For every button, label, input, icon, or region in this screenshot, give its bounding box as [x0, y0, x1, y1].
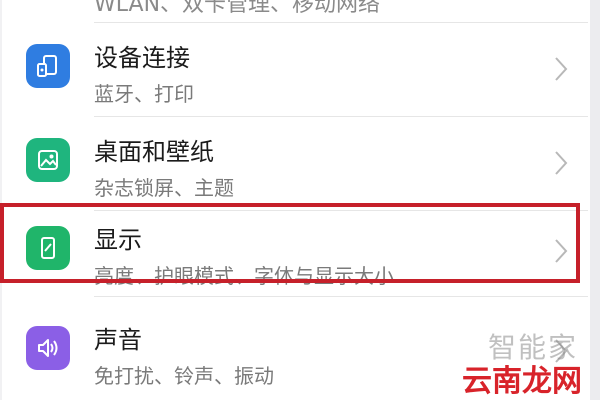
settings-item-subtitle: 蓝牙、打印 [94, 82, 194, 106]
device-connection-icon [26, 44, 70, 88]
settings-item-title: 设备连接 [94, 44, 190, 72]
chevron-right-icon [554, 56, 568, 82]
separator [94, 22, 588, 23]
chevron-right-icon [554, 238, 568, 264]
right-edge [590, 0, 600, 400]
settings-item-subtitle: 杂志锁屏、主题 [94, 176, 234, 200]
settings-item-title: 桌面和壁纸 [94, 138, 214, 166]
settings-item-device-connection[interactable]: 设备连接 蓝牙、打印 [2, 24, 590, 116]
settings-item-title: 显示 [94, 226, 142, 254]
settings-item-desktop-wallpaper[interactable]: 桌面和壁纸 杂志锁屏、主题 [2, 118, 590, 210]
separator [94, 296, 588, 297]
settings-item-title: 声音 [94, 326, 142, 354]
watermark-logo: 云南龙网 [462, 364, 582, 399]
settings-item-subtitle: 亮度、护眼模式、字体与显示大小 [94, 264, 394, 288]
wallpaper-icon [26, 138, 70, 182]
settings-item-display[interactable]: 显示 亮度、护眼模式、字体与显示大小 [2, 206, 590, 298]
chevron-right-icon [554, 150, 568, 176]
top-partial-subtitle: WLAN、双卡管理、移动网络 [94, 0, 381, 17]
sound-icon [26, 326, 70, 370]
settings-item-subtitle: 免打扰、铃声、振动 [94, 364, 274, 388]
separator [94, 116, 588, 117]
display-icon [26, 226, 70, 270]
